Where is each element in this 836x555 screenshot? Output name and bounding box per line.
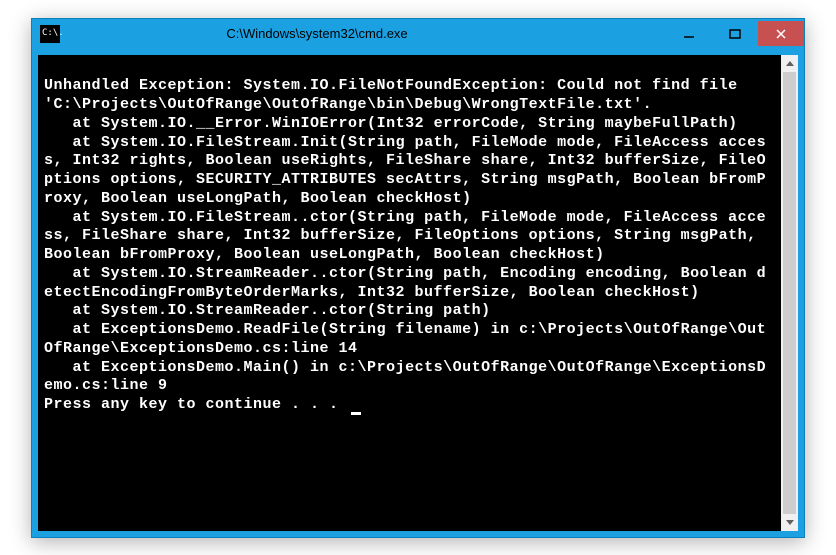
command-prompt-window: C:\. C:\Windows\system32\cmd.exe Unhandl…: [31, 18, 805, 538]
minimize-button[interactable]: [666, 21, 712, 46]
console-wrapper: Unhandled Exception: System.IO.FileNotFo…: [38, 55, 798, 531]
app-icon: C:\.: [40, 25, 60, 43]
scrollbar-track[interactable]: [781, 72, 798, 514]
scroll-up-arrow-icon[interactable]: [781, 55, 798, 72]
vertical-scrollbar[interactable]: [781, 55, 798, 531]
console-output[interactable]: Unhandled Exception: System.IO.FileNotFo…: [38, 55, 781, 531]
window-title: C:\Windows\system32\cmd.exe: [68, 26, 666, 41]
window-controls: [666, 21, 804, 46]
titlebar[interactable]: C:\. C:\Windows\system32\cmd.exe: [32, 19, 804, 49]
scrollbar-thumb[interactable]: [783, 72, 796, 514]
app-icon-text: C:\.: [42, 29, 64, 38]
cursor: [351, 412, 361, 415]
scroll-down-arrow-icon[interactable]: [781, 514, 798, 531]
maximize-button[interactable]: [712, 21, 758, 46]
close-button[interactable]: [758, 21, 804, 46]
